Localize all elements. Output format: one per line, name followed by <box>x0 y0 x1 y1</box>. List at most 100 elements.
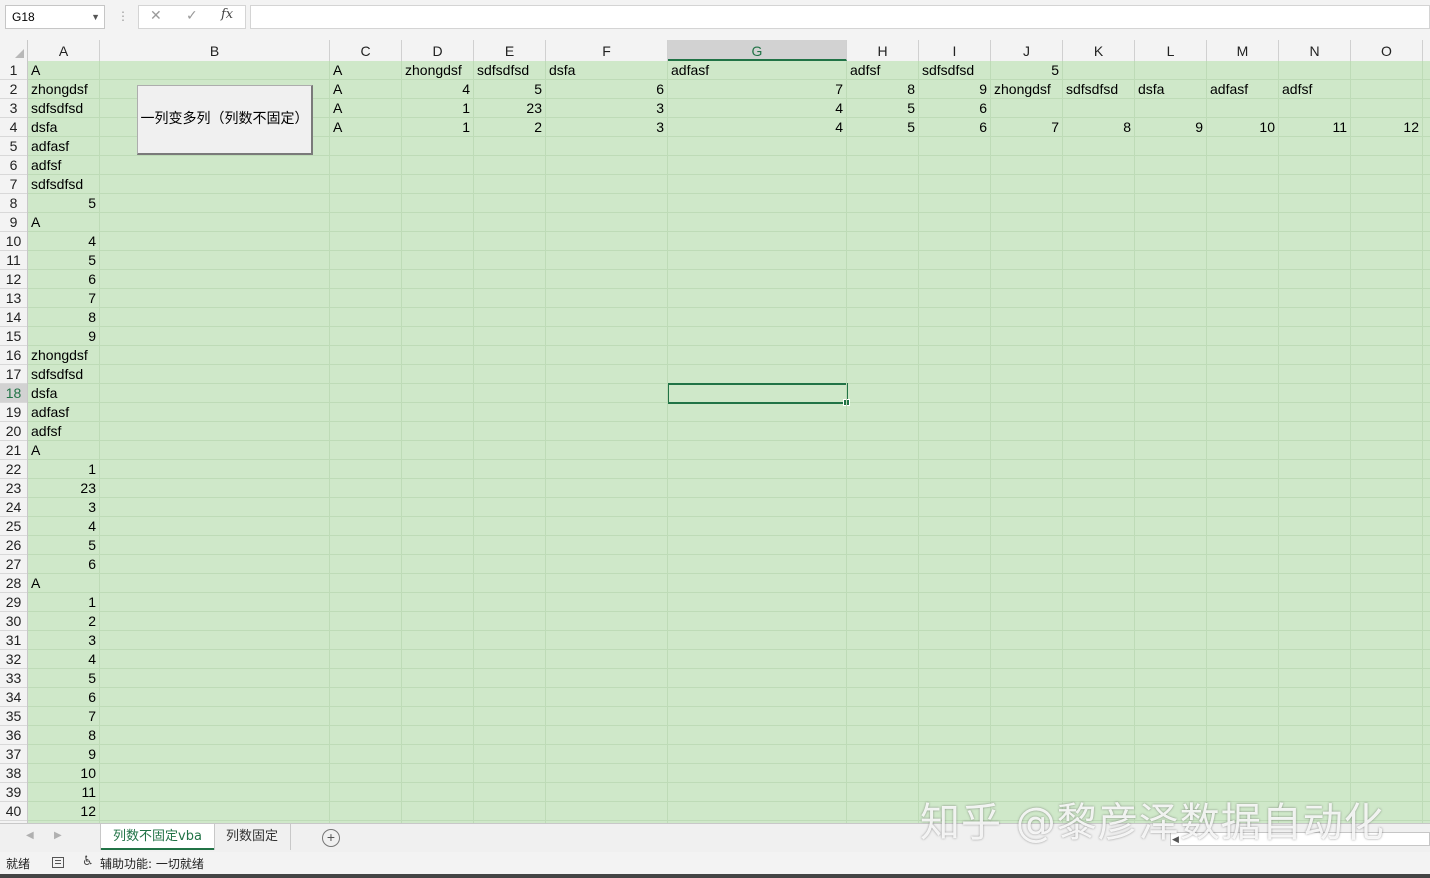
row-header[interactable]: 14 <box>0 308 27 327</box>
select-all-button[interactable] <box>0 40 28 61</box>
cell-a2[interactable]: zhongdsf <box>31 80 88 99</box>
cell-f1[interactable]: dsfa <box>549 61 575 80</box>
sheet-tab-vba[interactable]: 列数不固定vba <box>101 824 214 850</box>
row-header[interactable]: 23 <box>0 479 27 498</box>
macro-record-icon[interactable] <box>52 857 64 868</box>
cell-o4[interactable]: 12 <box>1351 118 1419 137</box>
accessibility-icon[interactable]: ♿ <box>82 854 94 869</box>
cell-a27[interactable]: 6 <box>28 555 96 574</box>
cell-d4[interactable]: 1 <box>402 118 470 137</box>
formula-input[interactable] <box>250 5 1430 29</box>
row-header[interactable]: 20 <box>0 422 27 441</box>
row-header[interactable]: 8 <box>0 194 27 213</box>
cell-g3[interactable]: 4 <box>668 99 843 118</box>
cell-c2[interactable]: A <box>333 80 342 99</box>
row-header[interactable]: 17 <box>0 365 27 384</box>
chevron-down-icon[interactable]: ▼ <box>91 6 100 28</box>
row-header[interactable]: 10 <box>0 232 27 251</box>
column-header-j[interactable]: J <box>991 40 1063 61</box>
cell-a28[interactable]: A <box>31 574 40 593</box>
cell-a11[interactable]: 5 <box>28 251 96 270</box>
cell-a16[interactable]: zhongdsf <box>31 346 88 365</box>
enter-icon[interactable]: ✓ <box>186 7 198 24</box>
cell-a7[interactable]: sdfsdfsd <box>31 175 83 194</box>
cell-a23[interactable]: 23 <box>28 479 96 498</box>
cell-a1[interactable]: A <box>31 61 40 80</box>
column-header-a[interactable]: A <box>28 40 100 61</box>
name-box[interactable]: G18 ▼ <box>5 5 105 29</box>
cell-a31[interactable]: 3 <box>28 631 96 650</box>
status-accessibility[interactable]: 辅助功能: 一切就绪 <box>100 855 204 872</box>
row-header[interactable]: 25 <box>0 517 27 536</box>
row-header[interactable]: 11 <box>0 251 27 270</box>
cell-a10[interactable]: 4 <box>28 232 96 251</box>
column-header-c[interactable]: C <box>330 40 402 61</box>
row-header[interactable]: 32 <box>0 650 27 669</box>
column-header-o[interactable]: O <box>1351 40 1423 61</box>
cell-l4[interactable]: 9 <box>1135 118 1203 137</box>
cell-m4[interactable]: 10 <box>1207 118 1275 137</box>
row-header[interactable]: 29 <box>0 593 27 612</box>
cell-a8[interactable]: 5 <box>28 194 96 213</box>
cell-a40[interactable]: 12 <box>28 802 96 821</box>
worksheet-grid[interactable]: Azhongdsf sdfsdfsd dsfa adfasf adfsf sdfsdfsd… <box>28 61 1430 823</box>
row-header[interactable]: 37 <box>0 745 27 764</box>
row-header[interactable]: 38 <box>0 764 27 783</box>
row-header[interactable]: 16 <box>0 346 27 365</box>
row-header[interactable]: 6 <box>0 156 27 175</box>
row-header[interactable]: 13 <box>0 289 27 308</box>
column-header-m[interactable]: M <box>1207 40 1279 61</box>
cell-a26[interactable]: 5 <box>28 536 96 555</box>
cell-a22[interactable]: 1 <box>28 460 96 479</box>
row-header[interactable]: 24 <box>0 498 27 517</box>
cell-a25[interactable]: 4 <box>28 517 96 536</box>
split-column-macro-button[interactable]: 一列变多列（列数不固定） <box>137 85 313 155</box>
cell-f4[interactable]: 3 <box>546 118 664 137</box>
row-header[interactable]: 31 <box>0 631 27 650</box>
column-header-i[interactable]: I <box>919 40 991 61</box>
cell-a20[interactable]: adfsf <box>31 422 61 441</box>
cell-a30[interactable]: 2 <box>28 612 96 631</box>
cell-a33[interactable]: 5 <box>28 669 96 688</box>
cell-a17[interactable]: sdfsdfsd <box>31 365 83 384</box>
row-header[interactable]: 28 <box>0 574 27 593</box>
row-header[interactable]: 5 <box>0 137 27 156</box>
column-header-g[interactable]: G <box>668 40 847 61</box>
row-header[interactable]: 40 <box>0 802 27 821</box>
cell-c1[interactable]: A <box>333 61 342 80</box>
column-header-e[interactable]: E <box>474 40 546 61</box>
row-header[interactable]: 27 <box>0 555 27 574</box>
row-header[interactable]: 2 <box>0 80 27 99</box>
cell-j2[interactable]: zhongdsf <box>994 80 1051 99</box>
cell-a4[interactable]: dsfa <box>31 118 57 137</box>
cell-d2[interactable]: 4 <box>402 80 470 99</box>
cell-j1[interactable]: 5 <box>991 61 1059 80</box>
cell-d3[interactable]: 1 <box>402 99 470 118</box>
row-header[interactable]: 7 <box>0 175 27 194</box>
cell-g2[interactable]: 7 <box>668 80 843 99</box>
cell-a32[interactable]: 4 <box>28 650 96 669</box>
cell-a29[interactable]: 1 <box>28 593 96 612</box>
cell-a34[interactable]: 6 <box>28 688 96 707</box>
row-header[interactable]: 1 <box>0 61 27 80</box>
cell-g1[interactable]: adfasf <box>671 61 709 80</box>
scroll-tabs-left-icon[interactable]: ◀ <box>26 830 34 841</box>
scroll-tabs-right-icon[interactable]: ▶ <box>54 830 62 841</box>
column-header-h[interactable]: H <box>847 40 919 61</box>
cell-a18[interactable]: dsfa <box>31 384 57 403</box>
cell-a12[interactable]: 6 <box>28 270 96 289</box>
cell-a14[interactable]: 8 <box>28 308 96 327</box>
cell-c3[interactable]: A <box>333 99 342 118</box>
cell-k4[interactable]: 8 <box>1063 118 1131 137</box>
cell-a13[interactable]: 7 <box>28 289 96 308</box>
cell-e3[interactable]: 23 <box>474 99 542 118</box>
insert-function-icon[interactable]: fx <box>221 7 233 22</box>
cell-e1[interactable]: sdfsdfsd <box>477 61 529 80</box>
row-header[interactable]: 3 <box>0 99 27 118</box>
column-header-b[interactable]: B <box>100 40 330 61</box>
cell-a39[interactable]: 11 <box>28 783 96 802</box>
cancel-icon[interactable]: ✕ <box>150 7 162 24</box>
cell-i4[interactable]: 6 <box>919 118 987 137</box>
row-header[interactable]: 21 <box>0 441 27 460</box>
cell-a21[interactable]: A <box>31 441 40 460</box>
